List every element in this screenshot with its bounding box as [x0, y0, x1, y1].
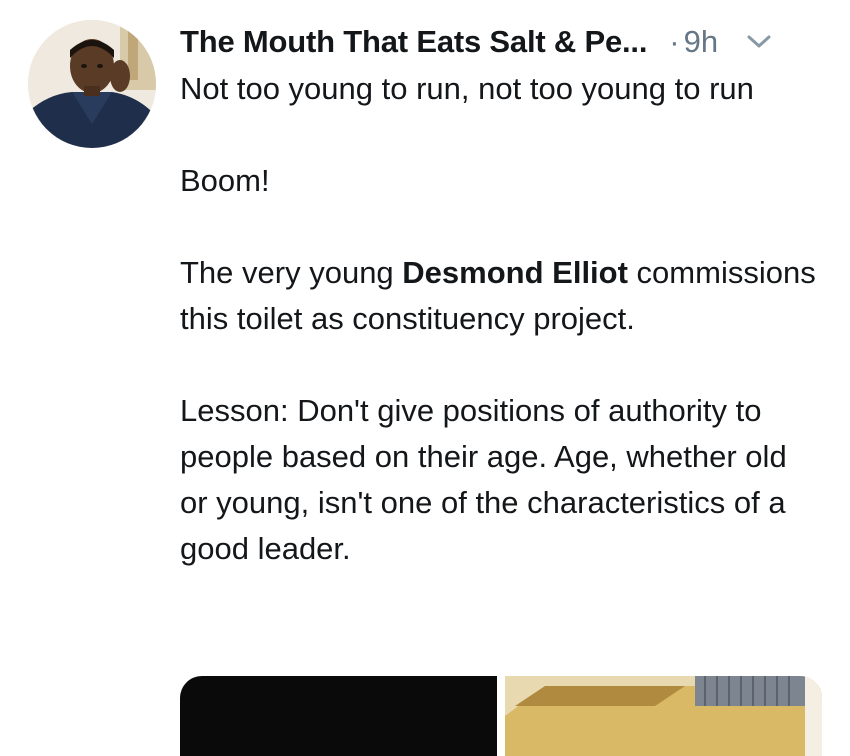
separator-dot: ·: [669, 24, 680, 59]
tweet[interactable]: The Mouth That Eats Salt & Pe... · 9h No…: [0, 0, 850, 756]
avatar[interactable]: [28, 20, 156, 148]
tweet-header: The Mouth That Eats Salt & Pe... · 9h: [180, 20, 830, 64]
media-image-2[interactable]: [505, 676, 822, 756]
tweet-paragraph-1: Not too young to run, not too young to r…: [180, 71, 754, 106]
chevron-down-icon[interactable]: [744, 27, 774, 57]
highlighted-name: Desmond Elliot: [402, 255, 628, 290]
media-grid: [180, 676, 822, 756]
media-image-1[interactable]: [180, 676, 497, 756]
timestamp[interactable]: 9h: [684, 24, 718, 60]
avatar-photo: [28, 20, 156, 148]
tweet-paragraph-3: The very young Desmond Elliot commission…: [180, 250, 820, 342]
display-name[interactable]: The Mouth That Eats Salt & Pe...: [180, 24, 647, 60]
tweet-paragraph-3-prefix: The very young: [180, 255, 403, 290]
tweet-paragraph-4: Lesson: Don't give positions of authorit…: [180, 393, 787, 566]
tweet-text: Not too young to run, not too young to r…: [180, 66, 820, 572]
tweet-paragraph-2: Boom!: [180, 163, 270, 198]
